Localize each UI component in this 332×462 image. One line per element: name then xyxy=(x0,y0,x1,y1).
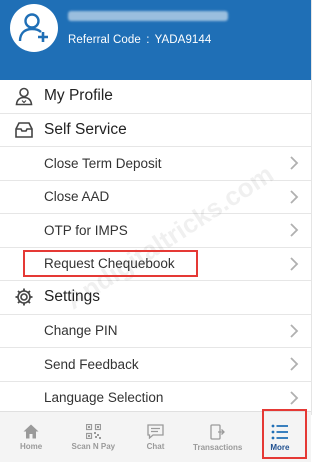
menu-item-label: Send Feedback xyxy=(44,356,139,372)
section-self-service: Self Service xyxy=(0,114,311,147)
more-menu-screen: Referral Code : YADA9144 My Profile Self… xyxy=(0,0,332,462)
chevron-right-icon xyxy=(290,357,299,371)
menu-item-send-feedback[interactable]: Send Feedback xyxy=(0,348,311,382)
menu-item-request-chequebook[interactable]: Request Chequebook xyxy=(0,248,311,281)
referral-code-value: YADA9144 xyxy=(154,34,212,46)
menu-item-label: OTP for IMPS xyxy=(44,222,128,238)
section-label: Self Service xyxy=(44,120,127,138)
section-label: Settings xyxy=(44,288,101,306)
inbox-icon xyxy=(15,121,33,138)
section-label: My Profile xyxy=(44,87,113,105)
chevron-right-icon xyxy=(290,156,299,170)
nav-home[interactable]: Home xyxy=(0,412,62,462)
list-icon xyxy=(271,424,288,439)
side-margin xyxy=(312,0,332,462)
chat-icon xyxy=(147,424,164,439)
menu-item-language-selection[interactable]: Language Selection xyxy=(0,382,311,415)
nav-label: Home xyxy=(19,442,43,451)
section-my-profile[interactable]: My Profile xyxy=(0,80,311,114)
bottom-navigation: Home Scan N Pay Chat Transactions More xyxy=(0,411,311,462)
chevron-right-icon xyxy=(290,190,299,204)
menu-item-label: Close Term Deposit xyxy=(44,155,162,171)
nav-chat[interactable]: Chat xyxy=(124,412,186,462)
chevron-right-icon xyxy=(290,391,299,405)
nav-label: Scan N Pay xyxy=(71,442,116,451)
nav-transactions[interactable]: Transactions xyxy=(187,412,249,462)
referral-separator: : xyxy=(146,34,150,46)
avatar[interactable] xyxy=(10,4,58,52)
home-icon xyxy=(23,424,39,439)
menu-item-label: Close AAD xyxy=(44,189,110,205)
nav-label: More xyxy=(270,442,290,452)
menu-item-label: Change PIN xyxy=(44,323,118,339)
nav-label: Chat xyxy=(146,442,165,451)
transactions-icon xyxy=(210,423,226,440)
nav-scan-n-pay[interactable]: Scan N Pay xyxy=(62,412,124,462)
menu-item-close-term-deposit[interactable]: Close Term Deposit xyxy=(0,147,311,181)
referral-code-text: Referral Code : YADA9144 xyxy=(68,34,211,46)
chevron-right-icon xyxy=(290,324,299,338)
menu-item-close-aad[interactable]: Close AAD xyxy=(0,181,311,214)
profile-icon xyxy=(15,87,33,106)
profile-header: Referral Code : YADA9144 xyxy=(0,0,312,80)
gear-icon xyxy=(15,288,33,306)
chevron-right-icon xyxy=(290,257,299,271)
add-user-icon xyxy=(18,13,48,42)
qr-icon xyxy=(85,424,101,439)
nav-label: Transactions xyxy=(193,442,243,452)
section-settings: Settings xyxy=(0,281,311,315)
chevron-right-icon xyxy=(290,223,299,237)
menu-list: My Profile Self Service Close Term Depos… xyxy=(0,80,312,415)
referral-label: Referral Code xyxy=(68,34,141,46)
blurred-user-name xyxy=(68,11,228,21)
menu-item-label: Language Selection xyxy=(44,390,164,406)
menu-item-otp-for-imps[interactable]: OTP for IMPS xyxy=(0,214,311,248)
menu-item-label: Request Chequebook xyxy=(44,256,175,272)
nav-more[interactable]: More xyxy=(249,412,311,462)
menu-item-change-pin[interactable]: Change PIN xyxy=(0,315,311,348)
